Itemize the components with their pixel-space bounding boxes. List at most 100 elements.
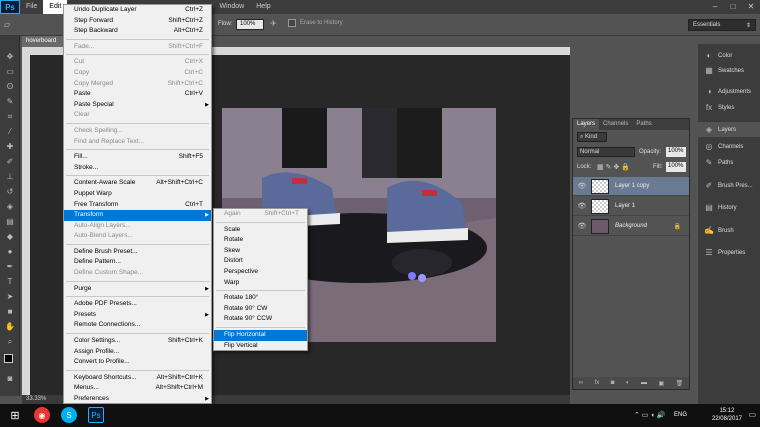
edit-auto-align-layers[interactable]: Auto-Align Layers...: [64, 221, 211, 232]
transform-warp[interactable]: Warp: [214, 278, 307, 289]
lasso-tool-icon[interactable]: ʘ: [4, 82, 16, 92]
eyedropper-tool-icon[interactable]: ⁄: [4, 127, 16, 137]
clone-stamp-tool-icon[interactable]: ⊥: [4, 172, 16, 182]
chrome-icon[interactable]: ◉: [34, 407, 50, 423]
hand-tool-icon[interactable]: ✋: [4, 322, 16, 332]
blur-tool-icon[interactable]: ◆: [4, 232, 16, 242]
skype-icon[interactable]: S: [61, 407, 77, 423]
dock-history[interactable]: ▤ History: [698, 200, 760, 215]
edit-check-spelling[interactable]: Check Spelling...: [64, 126, 211, 137]
eye-icon[interactable]: 👁: [573, 182, 591, 190]
transform-rotate[interactable]: Rotate: [214, 235, 307, 246]
move-tool-icon[interactable]: ✥: [4, 52, 16, 62]
close-button[interactable]: ✕: [742, 0, 760, 14]
tray-icons[interactable]: ⌃ ▭ ◖ 🔊: [634, 411, 665, 419]
edit-define-pattern[interactable]: Define Pattern...: [64, 257, 211, 268]
eye-icon[interactable]: 👁: [573, 202, 591, 210]
airbrush-icon[interactable]: ✈: [270, 19, 277, 28]
eye-icon[interactable]: 👁: [573, 222, 591, 230]
edit-paste-special[interactable]: Paste Special ▶: [64, 100, 211, 111]
notification-icon[interactable]: ▭: [748, 410, 756, 419]
workspace-select[interactable]: Essentials ⇕: [688, 19, 756, 31]
document-tab[interactable]: hoverboard: [22, 36, 67, 47]
edit-copy-merged[interactable]: Copy Merged Shift+Ctrl+C: [64, 79, 211, 90]
edit-puppet-warp[interactable]: Puppet Warp: [64, 189, 211, 200]
layer-filter-select[interactable]: ⌕ Kind: [577, 132, 607, 142]
shape-tool-icon[interactable]: ■: [4, 307, 16, 317]
windows-start-icon[interactable]: ⊞: [7, 407, 23, 423]
folder-icon[interactable]: ▬: [641, 380, 647, 386]
language-indicator[interactable]: ENG: [674, 412, 687, 418]
edit-purge[interactable]: Purge ▶: [64, 284, 211, 295]
transform-skew[interactable]: Skew: [214, 246, 307, 257]
menu-help[interactable]: Help: [250, 0, 276, 14]
edit-preferences[interactable]: Preferences ▶: [64, 394, 211, 405]
mask-icon[interactable]: ◙: [611, 380, 615, 386]
opacity-input[interactable]: 100%: [666, 147, 686, 157]
dock-paths[interactable]: ✎ Paths: [698, 155, 760, 170]
edit-find-and-replace-text[interactable]: Find and Replace Text...: [64, 137, 211, 148]
edit-define-brush-preset[interactable]: Define Brush Preset...: [64, 247, 211, 258]
fx-icon[interactable]: fx: [595, 380, 600, 386]
edit-content-aware-scale[interactable]: Content-Aware Scale Alt+Shift+Ctrl+C: [64, 178, 211, 189]
quick-select-tool-icon[interactable]: ✎: [4, 97, 16, 107]
erase-history-checkbox[interactable]: [288, 19, 296, 27]
clock[interactable]: 15:12 22/08/2017: [712, 407, 742, 423]
dock-color[interactable]: ◐ Color: [698, 48, 760, 63]
dock-properties[interactable]: ☰ Properties: [698, 245, 760, 260]
transform-flip-vertical[interactable]: Flip Vertical: [214, 341, 307, 352]
edit-cut[interactable]: Cut Ctrl+X: [64, 57, 211, 68]
brush-tool-icon[interactable]: ✐: [4, 157, 16, 167]
dock-brush[interactable]: ✍ Brush: [698, 223, 760, 238]
edit-fade[interactable]: Fade... Shift+Ctrl+F: [64, 42, 211, 53]
layer-row[interactable]: 👁 Layer 1: [573, 197, 689, 216]
edit-remote-connections[interactable]: Remote Connections...: [64, 320, 211, 331]
edit-stroke[interactable]: Stroke...: [64, 163, 211, 174]
edit-adobe-pdf-presets[interactable]: Adobe PDF Presets...: [64, 299, 211, 310]
foreground-color-swatch[interactable]: [4, 354, 13, 363]
maximize-button[interactable]: □: [724, 0, 742, 14]
edit-step-backward[interactable]: Step Backward Alt+Ctrl+Z: [64, 26, 211, 37]
marquee-tool-icon[interactable]: ▭: [4, 67, 16, 77]
transform-rotate-90-cw[interactable]: Rotate 90° CW: [214, 304, 307, 315]
lock-icon[interactable]: ▦ ✎ ✥ 🔒: [597, 163, 630, 171]
edit-color-settings[interactable]: Color Settings... Shift+Ctrl+K: [64, 336, 211, 347]
transform-distort[interactable]: Distort: [214, 256, 307, 267]
edit-paste[interactable]: Paste Ctrl+V: [64, 89, 211, 100]
edit-fill[interactable]: Fill... Shift+F5: [64, 152, 211, 163]
pen-tool-icon[interactable]: ✒: [4, 262, 16, 272]
tab-channels[interactable]: Channels: [599, 119, 632, 130]
type-tool-icon[interactable]: T: [4, 277, 16, 287]
transform-perspective[interactable]: Perspective: [214, 267, 307, 278]
dock-styles[interactable]: fx Styles: [698, 100, 760, 115]
edit-clear[interactable]: Clear: [64, 110, 211, 121]
edit-auto-blend-layers[interactable]: Auto-Blend Layers...: [64, 231, 211, 242]
photoshop-taskbar-icon[interactable]: Ps: [88, 407, 104, 423]
edit-presets[interactable]: Presets ▶: [64, 310, 211, 321]
link-icon[interactable]: ∞: [579, 380, 583, 386]
edit-define-custom-shape[interactable]: Define Custom Shape...: [64, 268, 211, 279]
dock-swatches[interactable]: ▦ Swatches: [698, 63, 760, 78]
edit-step-forward[interactable]: Step Forward Shift+Ctrl+Z: [64, 16, 211, 27]
dodge-tool-icon[interactable]: ●: [4, 247, 16, 257]
zoom-tool-icon[interactable]: ⌕: [4, 337, 16, 347]
edit-menus[interactable]: Menus... Alt+Shift+Ctrl+M: [64, 383, 211, 394]
menu-window[interactable]: Window: [213, 0, 250, 14]
transform-scale[interactable]: Scale: [214, 225, 307, 236]
healing-brush-tool-icon[interactable]: ✚: [4, 142, 16, 152]
dock-brush-presets[interactable]: ✐ Brush Pres...: [698, 178, 760, 193]
transform-again[interactable]: Again Shift+Ctrl+T: [214, 209, 307, 220]
edit-copy[interactable]: Copy Ctrl+C: [64, 68, 211, 79]
new-layer-icon[interactable]: ▣: [658, 380, 664, 387]
eraser-tool-icon[interactable]: ◈: [4, 202, 16, 212]
minimize-button[interactable]: –: [706, 0, 724, 14]
layer-row[interactable]: 👁 Layer 1 copy: [573, 177, 689, 196]
eraser-tool-icon[interactable]: ▱: [4, 20, 10, 29]
dock-layers[interactable]: ◈ Layers: [698, 122, 760, 137]
edit-undo-duplicate-layer[interactable]: Undo Duplicate Layer Ctrl+Z: [64, 5, 211, 16]
edit-assign-profile[interactable]: Assign Profile...: [64, 347, 211, 358]
blend-mode-select[interactable]: Normal: [577, 147, 635, 157]
crop-tool-icon[interactable]: ⌗: [4, 112, 16, 122]
gradient-tool-icon[interactable]: ▤: [4, 217, 16, 227]
path-select-tool-icon[interactable]: ➤: [4, 292, 16, 302]
